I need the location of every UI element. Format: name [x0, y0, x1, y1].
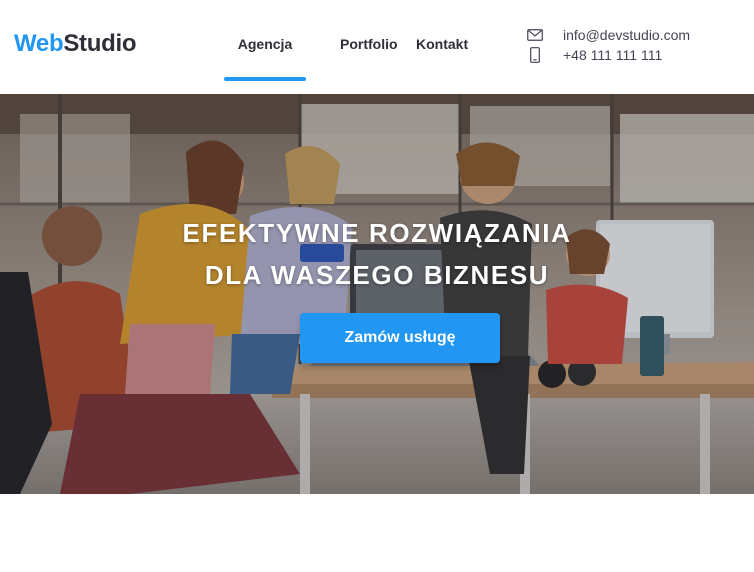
- email-text: info@devstudio.com: [563, 27, 691, 43]
- nav-item-kontakt[interactable]: Kontakt: [416, 0, 468, 94]
- nav-item-label: Kontakt: [416, 36, 469, 52]
- smartphone-icon: [527, 47, 543, 63]
- contact-info: info@devstudio.com +48 111 111 111: [527, 25, 690, 65]
- hero-title-line: Efektywne rozwiązania: [182, 218, 572, 248]
- logo-accent-text: Web: [14, 30, 64, 57]
- site-header: WebStudio Agencja Portfolio Kontakt info…: [0, 0, 754, 94]
- main-nav: Agencja Portfolio Kontakt: [224, 0, 468, 94]
- hero-title-line: dla waszego biznesu: [204, 260, 550, 290]
- phone-text: +48 111 111 111: [563, 47, 663, 63]
- active-nav-indicator: [224, 77, 306, 81]
- email-link[interactable]: info@devstudio.com: [527, 25, 690, 45]
- nav-item-label: Agencja: [237, 36, 293, 52]
- order-service-button[interactable]: Zamów usługę: [300, 313, 500, 363]
- nav-item-agencja[interactable]: Agencja: [224, 0, 306, 94]
- nav-item-label: Portfolio: [340, 36, 398, 52]
- phone-link[interactable]: +48 111 111 111: [527, 45, 690, 65]
- nav-item-portfolio[interactable]: Portfolio: [340, 0, 398, 94]
- logo[interactable]: WebStudio: [14, 30, 136, 58]
- hero-title: Efektywne rozwiązania dla waszego biznes…: [0, 212, 754, 296]
- content-area: [0, 494, 754, 572]
- logo-rest-text: Studio: [63, 30, 137, 57]
- envelope-icon: [527, 27, 543, 43]
- hero-section: Efektywne rozwiązania dla waszego biznes…: [0, 94, 754, 494]
